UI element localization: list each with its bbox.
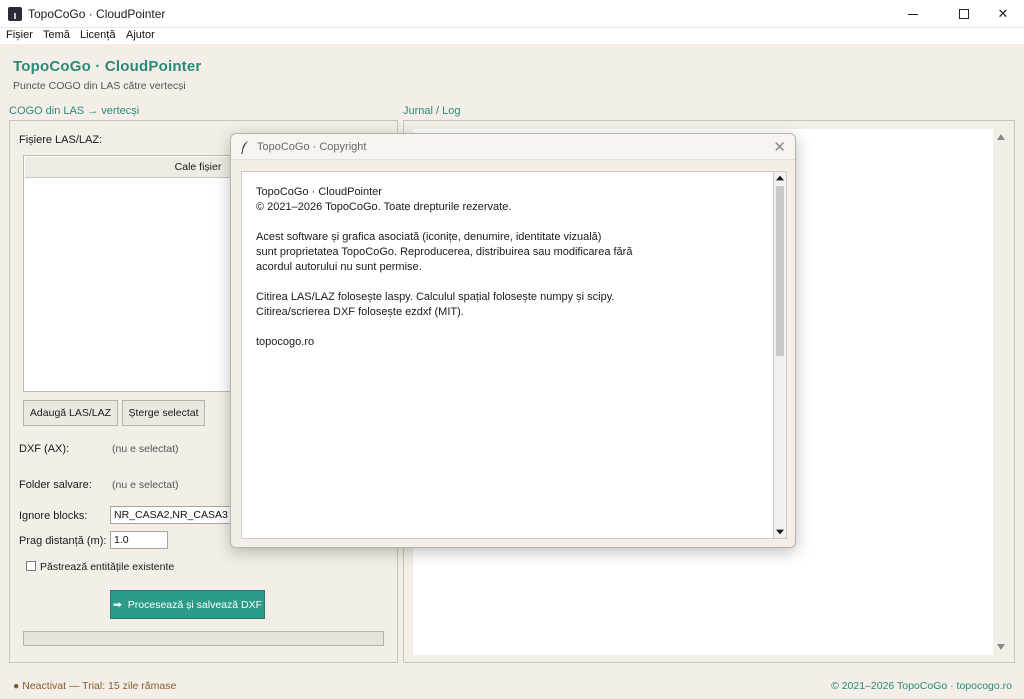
keep-entities-label[interactable]: Păstrează entitățile existente <box>40 561 174 573</box>
left-group-label: COGO din LAS → vertecși <box>9 105 140 117</box>
text-line <box>256 275 759 290</box>
progress-bar <box>23 631 384 646</box>
scroll-down-icon[interactable] <box>997 644 1005 650</box>
text-line: © 2021–2026 TopoCoGo. Toate drepturile r… <box>256 201 512 213</box>
delete-selected-button[interactable]: Șterge selectat <box>122 400 205 426</box>
menu-help[interactable]: Ajutor <box>126 29 155 41</box>
minimize-button[interactable] <box>890 0 936 28</box>
text-line: Citirea LAS/LAZ folosește laspy. Calculu… <box>256 291 615 303</box>
copyright-footer: © 2021–2026 TopoCoGo · topocogo.ro <box>831 680 1012 692</box>
window-title: TopoCoGo · CloudPointer <box>28 7 166 21</box>
copyright-text[interactable]: TopoCoGo · CloudPointer © 2021–2026 Topo… <box>241 171 774 539</box>
close-icon: ✕ <box>997 6 1009 21</box>
dialog-close-icon[interactable]: ✕ <box>773 138 786 156</box>
keep-entities-checkbox[interactable] <box>26 561 36 571</box>
arrow-right-icon: ➡ <box>112 598 122 611</box>
scroll-down-icon[interactable] <box>776 529 784 535</box>
menu-file[interactable]: Fișier <box>6 29 33 41</box>
app-icon <box>8 7 22 21</box>
process-save-button[interactable]: ➡ Procesează și salvează DXF <box>110 590 265 619</box>
scroll-up-icon[interactable] <box>776 175 784 181</box>
text-line <box>256 215 759 230</box>
log-group-label: Jurnal / Log <box>403 105 461 117</box>
text-line: sunt proprietatea TopoCoGo. Reproducerea… <box>256 246 633 258</box>
close-window-button[interactable]: ✕ <box>980 0 1024 28</box>
dialog-title-bar: TopoCoGo · Copyright ✕ <box>231 134 795 160</box>
threshold-input[interactable]: 1.0 <box>110 531 168 549</box>
files-label: Fișiere LAS/LAZ: <box>19 134 103 146</box>
folder-value: (nu e selectat) <box>112 479 179 491</box>
process-button-label: Procesează și salvează DXF <box>127 598 263 611</box>
app-subtitle: Puncte COGO din LAS către vertecși <box>13 80 186 92</box>
text-line: TopoCoGo · CloudPointer <box>256 186 382 198</box>
threshold-label: Prag distanță (m): <box>19 535 107 547</box>
text-line: acordul autorului nu sunt permise. <box>256 261 422 273</box>
dxf-value: (nu e selectat) <box>112 443 179 455</box>
ignore-blocks-label: Ignore blocks: <box>19 510 88 522</box>
minimize-icon <box>908 13 918 15</box>
title-bar: TopoCoGo · CloudPointer ✕ <box>0 0 1024 28</box>
website-text: topocogo.ro <box>256 336 315 348</box>
dxf-label: DXF (AX): <box>19 443 70 455</box>
scroll-up-icon[interactable] <box>997 134 1005 140</box>
menu-license[interactable]: Licență <box>80 29 115 41</box>
menu-theme[interactable]: Temă <box>43 29 70 41</box>
menu-bar: Fișier Temă Licență Ajutor <box>0 28 1024 44</box>
feather-icon <box>241 141 248 154</box>
license-status: ● Neactivat — Trial: 15 zile rămase <box>13 680 177 692</box>
text-line: Acest software și grafica asociată (icon… <box>256 231 602 243</box>
maximize-icon <box>959 9 969 19</box>
log-scrollbar[interactable] <box>994 129 1008 655</box>
dialog-title: TopoCoGo · Copyright <box>257 141 367 153</box>
text-line <box>256 320 759 335</box>
add-las-button[interactable]: Adaugă LAS/LAZ <box>23 400 118 426</box>
copyright-dialog: TopoCoGo · Copyright ✕ TopoCoGo · CloudP… <box>230 133 796 548</box>
scroll-thumb[interactable] <box>776 186 784 356</box>
text-line: Citirea/scrierea DXF folosește ezdxf (MI… <box>256 306 464 318</box>
ignore-blocks-input[interactable]: NR_CASA2,NR_CASA3 <box>110 506 235 524</box>
list-column-label: Cale fișier <box>174 161 222 173</box>
dialog-scrollbar[interactable] <box>774 171 787 539</box>
app-title: TopoCoGo · CloudPointer <box>13 58 202 75</box>
folder-label: Folder salvare: <box>19 479 92 491</box>
